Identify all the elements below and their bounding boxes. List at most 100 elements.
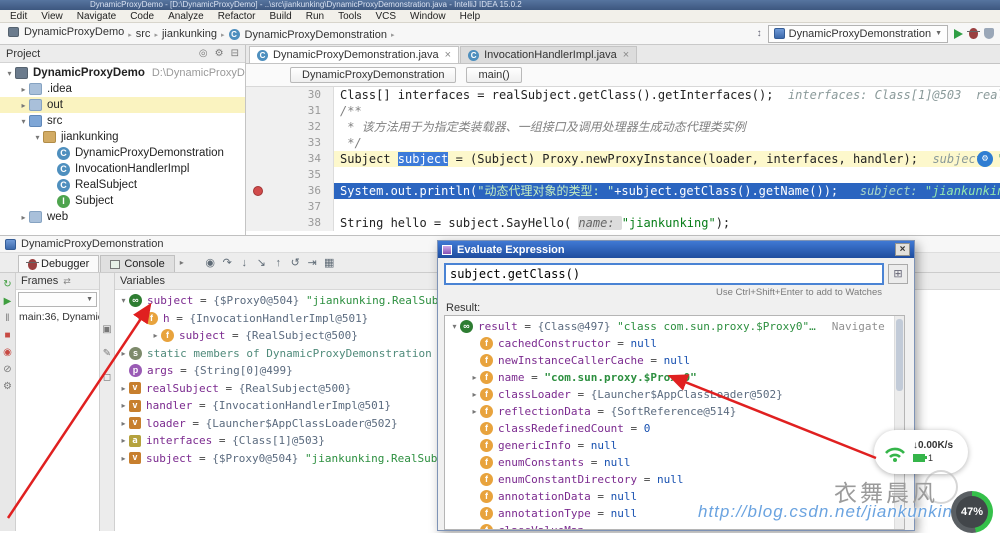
- tree-arrow-icon[interactable]: ▾: [4, 69, 15, 78]
- frames-history-icon[interactable]: ⇄: [63, 276, 71, 287]
- tree-arrow-icon[interactable]: ▾: [18, 117, 29, 126]
- tab-overflow-icon[interactable]: ▸: [176, 258, 188, 267]
- expand-arrow-icon[interactable]: ▸: [469, 373, 480, 382]
- code-line[interactable]: 34 Subject subject = (Subject) Proxy.newP…: [246, 151, 1000, 167]
- menu-window[interactable]: Window: [403, 11, 453, 22]
- code-line[interactable]: 37: [246, 199, 1000, 215]
- expand-arrow-icon[interactable]: ▸: [469, 390, 480, 399]
- editor-tab[interactable]: C InvocationHandlerImpl.java ×: [460, 46, 638, 63]
- editor-breadcrumb-chip[interactable]: DynamicProxyDemonstration: [290, 67, 457, 83]
- stop-icon[interactable]: ■: [4, 331, 10, 341]
- line-number[interactable]: 35: [246, 167, 334, 183]
- menu-tools[interactable]: Tools: [331, 11, 368, 22]
- expand-editor-button[interactable]: ⊞: [888, 264, 908, 284]
- copy-icon[interactable]: ▣: [102, 325, 111, 335]
- line-number[interactable]: 31: [246, 103, 334, 119]
- expand-arrow-icon[interactable]: ▸: [118, 384, 129, 393]
- expression-input[interactable]: [444, 263, 884, 285]
- expand-arrow-icon[interactable]: ▸: [118, 401, 129, 410]
- project-tree-item[interactable]: ▸ .idea: [0, 81, 245, 97]
- variable-row[interactable]: f cachedConstructor = null: [445, 335, 904, 352]
- menu-analyze[interactable]: Analyze: [161, 11, 211, 22]
- run-to-cursor-icon[interactable]: ⇥: [304, 256, 321, 269]
- synchronize-icon[interactable]: ↕: [757, 28, 762, 39]
- close-icon[interactable]: ×: [895, 243, 910, 256]
- settings-gear-icon[interactable]: ⚙: [3, 382, 12, 392]
- project-tree-item[interactable]: ▸ web: [0, 209, 245, 225]
- variable-row[interactable]: f classRedefinedCount = 0: [445, 420, 904, 437]
- project-tree-item[interactable]: ▾ DynamicProxyDemo D:\DynamicProxyDemo: [0, 65, 245, 81]
- settings-gear-icon[interactable]: ⚙: [215, 48, 224, 59]
- run-button[interactable]: [954, 28, 963, 39]
- menu-code[interactable]: Code: [123, 11, 161, 22]
- menu-build[interactable]: Build: [262, 11, 298, 22]
- run-configuration-select[interactable]: DynamicProxyDemonstration ▼: [767, 24, 948, 43]
- menu-navigate[interactable]: Navigate: [70, 11, 123, 22]
- variable-row[interactable]: f enumConstants = null: [445, 454, 904, 471]
- variable-row[interactable]: f genericInfo = null: [445, 437, 904, 454]
- drop-frame-icon[interactable]: ↺: [287, 256, 304, 269]
- mute-breakpoints-icon[interactable]: ⊘: [3, 365, 11, 375]
- variable-row[interactable]: ▸ f classLoader = {Launcher$AppClassLoader…: [445, 386, 904, 403]
- code-line[interactable]: 33 */: [246, 135, 1000, 151]
- menu-view[interactable]: View: [34, 11, 70, 22]
- pause-icon[interactable]: ‖: [5, 314, 9, 324]
- project-tree-item[interactable]: ▾ jiankunking: [0, 129, 245, 145]
- menu-help[interactable]: Help: [453, 11, 488, 22]
- step-over-icon[interactable]: ↷: [219, 256, 236, 269]
- breadcrumb-item[interactable]: C DynamicProxyDemonstration: [227, 29, 389, 41]
- project-tree-item[interactable]: ▸ out: [0, 97, 245, 113]
- variable-row[interactable]: ▾ ∞ result = {Class@497} "class com.sun.pr…: [445, 318, 904, 335]
- breadcrumb-item[interactable]: src: [134, 28, 153, 40]
- navigate-link[interactable]: Navigate: [832, 320, 885, 333]
- project-tree-item[interactable]: C DynamicProxyDemonstration: [0, 145, 245, 161]
- menu-refactor[interactable]: Refactor: [211, 11, 263, 22]
- force-step-into-icon[interactable]: ↘: [253, 256, 270, 269]
- step-into-icon[interactable]: ↓: [236, 257, 253, 269]
- debug-tab-debugger[interactable]: Debugger: [18, 255, 100, 272]
- line-number[interactable]: 33: [246, 135, 334, 151]
- evaluate-expression-icon[interactable]: ▦: [321, 256, 338, 269]
- code-line[interactable]: 35: [246, 167, 1000, 183]
- code-line[interactable]: 31 /**: [246, 103, 1000, 119]
- line-number[interactable]: 32: [246, 119, 334, 135]
- coverage-button[interactable]: [984, 28, 994, 39]
- tree-arrow-icon[interactable]: ▸: [18, 213, 29, 222]
- close-icon[interactable]: ×: [445, 49, 451, 61]
- line-number[interactable]: 36: [246, 183, 334, 199]
- frame-item[interactable]: main:36, DynamicProxyDemonstration: [16, 309, 99, 325]
- tree-arrow-icon[interactable]: ▸: [18, 85, 29, 94]
- expand-arrow-icon[interactable]: ▸: [118, 419, 129, 428]
- expand-arrow-icon[interactable]: ▸: [469, 407, 480, 416]
- debug-tab-console[interactable]: Console: [100, 255, 175, 272]
- editor-tab[interactable]: C DynamicProxyDemonstration.java ×: [249, 46, 460, 63]
- add-watch-icon[interactable]: ◻: [103, 373, 111, 383]
- show-execution-point-icon[interactable]: ◉: [202, 256, 219, 269]
- line-number[interactable]: 30: [246, 87, 334, 103]
- variable-row[interactable]: fclassValueMap =: [445, 522, 904, 529]
- dialog-titlebar[interactable]: Evaluate Expression ×: [438, 241, 914, 258]
- project-tree-item[interactable]: C InvocationHandlerImpl: [0, 161, 245, 177]
- thread-selector[interactable]: ▼: [18, 292, 97, 307]
- code-line[interactable]: 32 * 该方法用于为指定类装载器、一组接口及调用处理器生成动态代理类实例: [246, 119, 1000, 135]
- step-out-icon[interactable]: ↑: [270, 257, 287, 269]
- expand-arrow-icon[interactable]: ▸: [118, 349, 129, 358]
- rerun-icon[interactable]: ↻: [3, 280, 11, 290]
- inline-settings-icon[interactable]: ⚙: [977, 151, 993, 167]
- edit-value-icon[interactable]: ✎: [103, 349, 111, 359]
- project-tree-item[interactable]: I Subject: [0, 193, 245, 209]
- resume-icon[interactable]: ▶: [4, 297, 12, 307]
- menu-vcs[interactable]: VCS: [368, 11, 403, 22]
- menu-run[interactable]: Run: [299, 11, 331, 22]
- project-tree-item[interactable]: C RealSubject: [0, 177, 245, 193]
- expand-arrow-icon[interactable]: ▾: [134, 314, 145, 323]
- tree-arrow-icon[interactable]: ▾: [32, 133, 43, 142]
- line-number[interactable]: 37: [246, 199, 334, 215]
- line-number[interactable]: 38: [246, 215, 334, 231]
- breakpoint-icon[interactable]: [253, 186, 263, 196]
- scrollbar-thumb[interactable]: [896, 319, 903, 391]
- line-number[interactable]: 34: [246, 151, 334, 167]
- debug-button[interactable]: [967, 28, 980, 39]
- locate-icon[interactable]: ◎: [199, 48, 208, 59]
- expand-arrow-icon[interactable]: ▸: [150, 331, 161, 340]
